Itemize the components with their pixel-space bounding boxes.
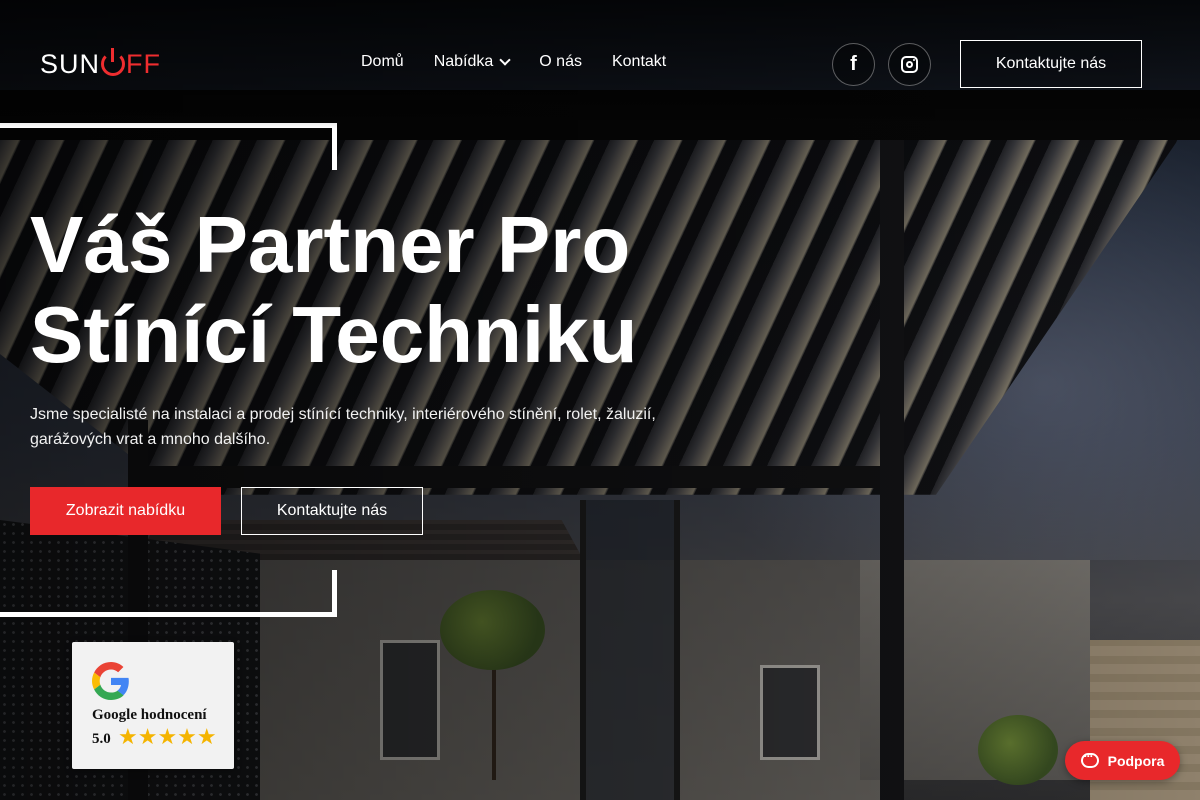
hero-title-line2: Stínící Techniku xyxy=(30,290,638,379)
show-offer-button[interactable]: Zobrazit nabídku xyxy=(30,487,221,535)
instagram-icon xyxy=(901,56,918,73)
logo-text-ff: FF xyxy=(126,48,162,79)
chevron-down-icon xyxy=(499,54,511,66)
instagram-button[interactable] xyxy=(888,43,931,86)
logo[interactable]: SUN FF xyxy=(40,48,161,80)
hero-contact-button[interactable]: Kontaktujte nás xyxy=(241,487,423,535)
nav-item-domu[interactable]: Domů xyxy=(361,53,404,71)
logo-text-sun: SUN xyxy=(40,48,101,79)
facebook-button[interactable]: f xyxy=(832,43,875,86)
support-label: Podpora xyxy=(1107,752,1165,769)
hero-title: Váš Partner Pro Stínící Techniku xyxy=(30,200,730,380)
support-chat-button[interactable]: Podpora xyxy=(1065,741,1180,780)
star-rating-icons: ★★★★★ xyxy=(118,724,217,749)
nav-item-nabidka[interactable]: Nabídka xyxy=(433,53,511,71)
decorative-bracket-top xyxy=(0,123,337,170)
google-icon xyxy=(92,662,129,700)
nav-item-label: Nabídka xyxy=(433,53,494,70)
hero-title-line1: Váš Partner Pro xyxy=(30,200,631,289)
google-rating-badge[interactable]: Google hodnocení 5.0 ★★★★★ xyxy=(72,642,234,769)
google-rating-score: 5.0 xyxy=(92,731,111,747)
facebook-icon: f xyxy=(850,53,857,75)
header-contact-button[interactable]: Kontaktujte nás xyxy=(960,40,1142,88)
main-nav: Domů Nabídka O nás Kontakt xyxy=(361,53,666,71)
chat-icon xyxy=(1080,749,1099,768)
nav-item-kontakt[interactable]: Kontakt xyxy=(612,53,666,71)
power-icon xyxy=(101,48,126,76)
site-header: SUN FF Domů Nabídka O nás Kontakt f Kont… xyxy=(0,0,1200,128)
hero-subtitle: Jsme specialisté na instalaci a prodej s… xyxy=(30,406,656,448)
google-rating-title: Google hodnocení xyxy=(92,707,207,723)
decorative-bracket-bottom xyxy=(0,570,337,617)
nav-item-o-nas[interactable]: O nás xyxy=(539,53,582,71)
